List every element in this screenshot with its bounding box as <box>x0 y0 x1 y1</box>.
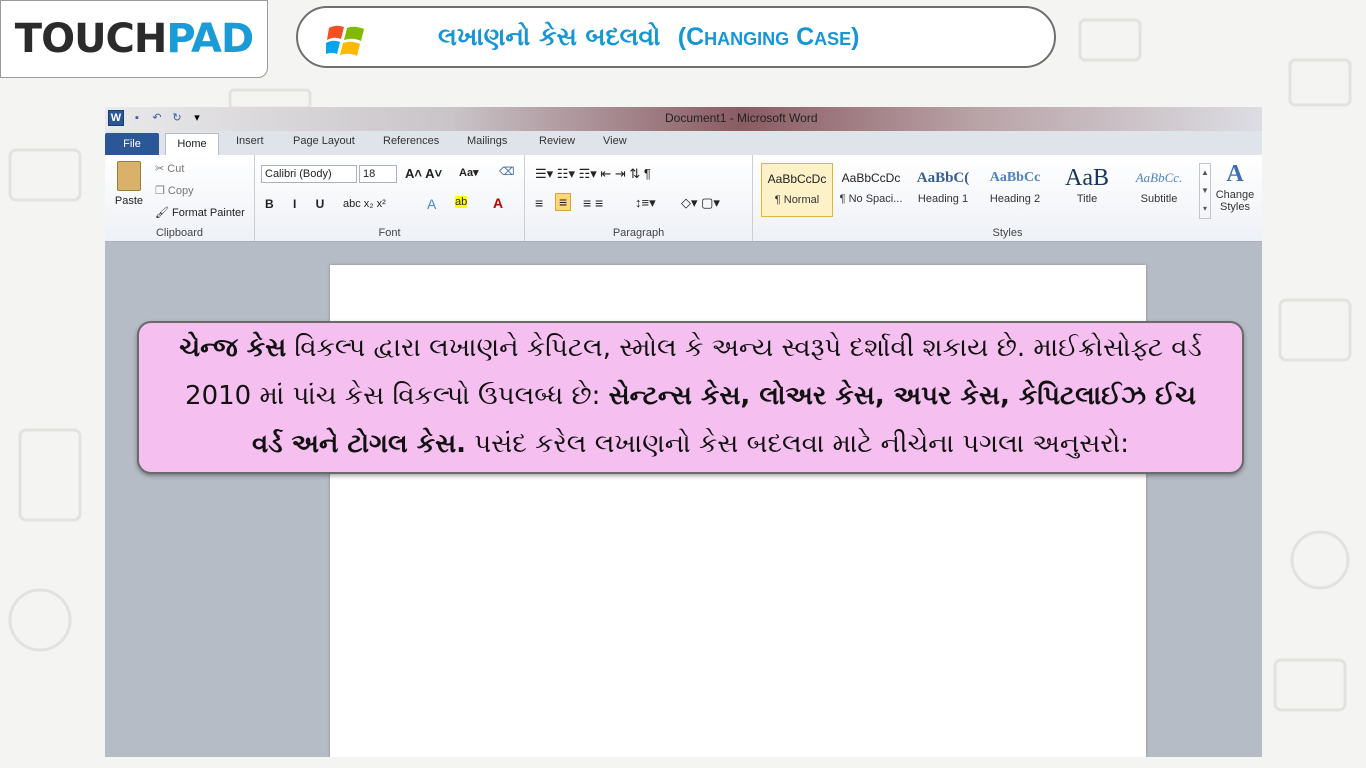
paragraph-label: Paragraph <box>612 227 665 239</box>
page-title-banner: લખાણનો કેસ બદલવો (Changing Case) <box>296 6 1056 68</box>
tab-mailings[interactable]: Mailings <box>467 135 507 147</box>
word-app-icon[interactable]: W <box>108 110 124 126</box>
clear-formatting-icon[interactable]: ⌫ <box>499 165 515 178</box>
style-subtitle[interactable]: AaBbCc. Subtitle <box>1123 163 1195 217</box>
clipboard-icon <box>117 161 141 191</box>
info-callout: ચેન્જ કેસ વિકલ્પ દ્વારા લખાણને કેપિટલ, સ… <box>137 321 1244 474</box>
font-color-icon[interactable]: A <box>493 195 503 211</box>
highlight-icon[interactable]: ab <box>455 196 468 208</box>
format-painter-button[interactable]: 🖌 Format Painter <box>155 206 245 219</box>
info-line-1: ચેન્જ કેસ વિકલ્પ દ્વારા લખાણને કેપિટલ, સ… <box>179 333 1202 363</box>
style-heading-2[interactable]: AaBbCc Heading 2 <box>979 163 1051 217</box>
text-effects-icon[interactable]: A <box>427 196 436 212</box>
redo-icon[interactable]: ↻ <box>170 111 184 125</box>
ribbon-tabs: File Home Insert Page Layout References … <box>105 131 1262 156</box>
clipboard-label: Clipboard <box>155 227 204 239</box>
align-center-icon[interactable]: ≡ <box>555 193 572 211</box>
quick-access-toolbar: W ▪ ↶ ↻ ▾ <box>108 110 204 126</box>
page-title: લખાણનો કેસ બદલવો (Changing Case) <box>438 22 860 51</box>
font-label: Font <box>378 227 401 239</box>
paste-button[interactable]: Paste <box>113 159 145 219</box>
tab-review[interactable]: Review <box>539 135 575 147</box>
tab-insert[interactable]: Insert <box>236 135 264 147</box>
title-bar: W ▪ ↶ ↻ ▾ Document1 - Microsoft Word <box>105 107 1262 131</box>
customize-toolbar-icon[interactable]: ▾ <box>190 111 204 125</box>
windows-logo-icon <box>326 25 364 56</box>
clipboard-group: Paste ✂ Cut ❐ Copy 🖌 Format Painter Clip… <box>105 155 255 241</box>
shading-icon[interactable]: ◇▾ ▢▾ <box>681 195 720 211</box>
font-group: Calibri (Body) 18 A˄ A˅ Aa▾ ⌫ B I U abc … <box>255 155 525 241</box>
ribbon: Paste ✂ Cut ❐ Copy 🖌 Format Painter Clip… <box>105 155 1262 242</box>
change-styles-icon: A <box>1226 161 1244 187</box>
change-styles-button[interactable]: A Change Styles <box>1211 159 1259 213</box>
style-title[interactable]: AaB Title <box>1051 163 1123 217</box>
cut-button[interactable]: ✂ Cut <box>155 162 184 175</box>
change-case-icon[interactable]: Aa▾ <box>459 166 479 179</box>
grow-font-icon[interactable]: A˄ A˅ <box>405 166 442 181</box>
bullets-icon[interactable]: ☰▾ ☷▾ ☶▾ ⇤ ⇥ ⇅ ¶ <box>535 166 651 182</box>
undo-icon[interactable]: ↶ <box>150 111 164 125</box>
font-size-dropdown[interactable]: 18 <box>359 165 397 183</box>
line-spacing-icon[interactable]: ↕≡▾ <box>635 195 656 211</box>
text-style-buttons[interactable]: B I U <box>265 197 332 211</box>
info-line-3: વર્ડ અને ટોગલ કેસ. પસંદ કરેલ લખાણનો કેસ … <box>252 429 1129 459</box>
styles-label: Styles <box>992 227 1023 239</box>
touchpad-logo: TOUCHPAD <box>0 0 268 78</box>
align-right-icon[interactable]: ≡ ≡ <box>583 195 603 211</box>
font-name-dropdown[interactable]: Calibri (Body) <box>261 165 357 183</box>
tab-home[interactable]: Home <box>165 133 219 155</box>
style-no-spacing[interactable]: AaBbCcDc ¶ No Spaci... <box>835 163 907 217</box>
styles-scroll[interactable]: ▲ ▼ ▾ <box>1199 163 1211 219</box>
save-icon[interactable]: ▪ <box>130 111 144 125</box>
copy-button[interactable]: ❐ Copy <box>155 184 194 197</box>
styles-group: AaBbCcDc ¶ Normal AaBbCcDc ¶ No Spaci...… <box>753 155 1262 241</box>
tab-view[interactable]: View <box>603 135 627 147</box>
paragraph-group: ☰▾ ☷▾ ☶▾ ⇤ ⇥ ⇅ ¶ ≡ ≡ ≡ ≡ ↕≡▾ ◇▾ ▢▾ Parag… <box>525 155 753 241</box>
window-title: Document1 - Microsoft Word <box>665 111 818 125</box>
tab-file[interactable]: File <box>105 133 159 155</box>
tab-references[interactable]: References <box>383 135 439 147</box>
strikethrough-icon[interactable]: abc x₂ x² <box>343 198 386 210</box>
align-left-icon[interactable]: ≡ <box>535 195 543 211</box>
tab-page-layout[interactable]: Page Layout <box>293 135 355 147</box>
info-line-2: 2010 માં પાંચ કેસ વિકલ્પો ઉપલબ્ધ છે: સેન… <box>185 381 1196 411</box>
style-heading-1[interactable]: AaBbC( Heading 1 <box>907 163 979 217</box>
style-normal[interactable]: AaBbCcDc ¶ Normal <box>761 163 833 217</box>
